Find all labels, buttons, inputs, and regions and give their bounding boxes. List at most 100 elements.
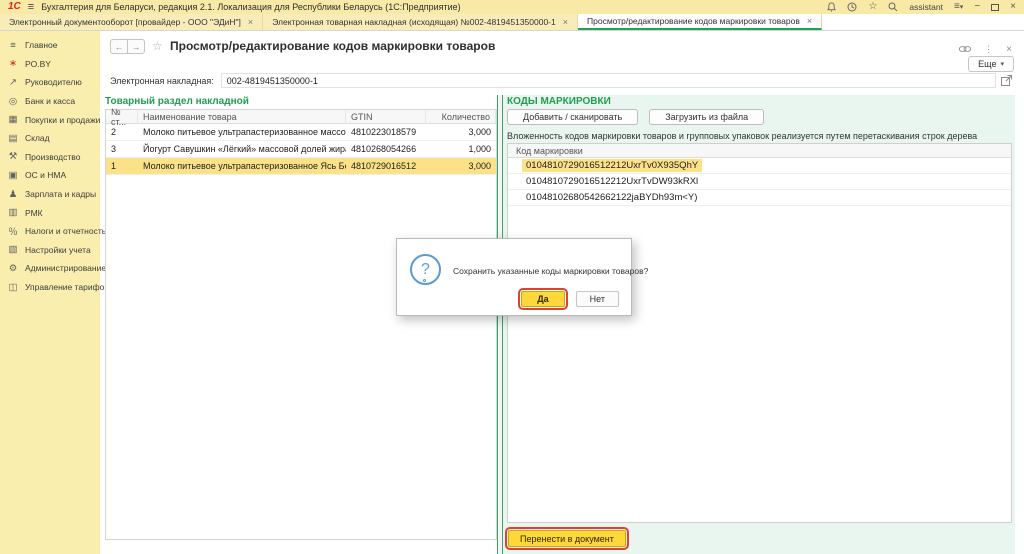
sidebar-item-bank-kassa[interactable]: ◎ Банк и касса bbox=[0, 92, 100, 111]
goods-row-qty: 1,000 bbox=[426, 141, 496, 157]
sidebar-item-label: Администрирование bbox=[25, 263, 106, 273]
sidebar-item-rukovoditelyu[interactable]: ↗Руководителю bbox=[0, 73, 100, 92]
current-user[interactable]: assistant bbox=[909, 2, 943, 12]
column-header-num[interactable]: № ст... bbox=[106, 110, 138, 123]
marking-code-value: 0104810729016512212UxrTvDW93kRXl bbox=[522, 175, 702, 188]
goods-row-name: Йогурт Савушкин «Лёгкий» массовой долей … bbox=[138, 141, 346, 157]
confirm-save-dialog: ? Сохранить указанные коды маркировки то… bbox=[396, 238, 632, 316]
goods-row-num: 2 bbox=[106, 124, 138, 140]
sidebar-item-os-nma[interactable]: ▣ОС и НМА bbox=[0, 166, 100, 185]
goods-row-gtin: 4810268054266 bbox=[346, 141, 426, 157]
marking-codes-toolbar: Добавить / сканировать Загрузить из файл… bbox=[507, 109, 764, 125]
sidebar-item-label: Покупки и продажи bbox=[25, 115, 100, 125]
open-invoice-icon[interactable] bbox=[999, 73, 1014, 88]
sidebar-item-glavnoe[interactable]: ≡Главное bbox=[0, 36, 100, 55]
goods-row-selected[interactable]: 1 Молоко питьевое ультрапастеризованное … bbox=[106, 158, 496, 175]
invoice-field[interactable]: 002-4819451350000-1 bbox=[221, 73, 996, 88]
more-button[interactable]: Еще ▾ bbox=[968, 56, 1014, 72]
tab-close-icon[interactable]: × bbox=[563, 17, 568, 27]
tax-icon: ％ bbox=[7, 224, 19, 238]
sidebar-item-proizvodstvo[interactable]: ⚒Производство bbox=[0, 148, 100, 167]
sidebar-item-label: Склад bbox=[25, 133, 50, 143]
dialog-message: Сохранить указанные коды маркировки това… bbox=[453, 266, 648, 276]
tab-marking-codes[interactable]: Просмотр/редактирование кодов маркировки… bbox=[578, 14, 822, 30]
column-header-qty[interactable]: Количество bbox=[426, 110, 496, 123]
person-icon: ♟ bbox=[7, 189, 19, 200]
dialog-buttons: Да Нет bbox=[521, 291, 619, 307]
warehouse-icon: ▤ bbox=[7, 133, 19, 144]
tab-label: Просмотр/редактирование кодов маркировки… bbox=[587, 16, 800, 26]
favorites-icon[interactable]: ☆ bbox=[868, 2, 877, 12]
goods-table: № ст... Наименование товара GTIN Количес… bbox=[105, 109, 497, 540]
more-button-label: Еще bbox=[978, 59, 996, 69]
sidebar-item-label: Банк и касса bbox=[25, 96, 75, 106]
load-from-file-button[interactable]: Загрузить из файла bbox=[649, 109, 764, 125]
sidebar-item-upravlenie-tarifom[interactable]: ◫Управление тарифом bbox=[0, 278, 100, 297]
cart-icon: ▦ bbox=[7, 114, 19, 125]
tab-waybill[interactable]: Электронная товарная накладная (исходяща… bbox=[263, 14, 578, 30]
bank-icon: ◎ bbox=[7, 96, 19, 107]
sidebar-item-po-by[interactable]: ∗PO.BY bbox=[0, 55, 100, 74]
code-row[interactable]: 01048102680542662122jaBYDh93m<Y) bbox=[508, 190, 1011, 206]
favorite-star-icon[interactable]: ☆ bbox=[152, 39, 163, 53]
invoice-row: Электронная накладная: 002-4819451350000… bbox=[110, 73, 1014, 88]
invoice-value: 002-4819451350000-1 bbox=[227, 76, 318, 86]
main-menu-icon[interactable]: ≡▾ bbox=[954, 2, 963, 12]
close-form-icon[interactable]: × bbox=[1006, 44, 1012, 55]
no-button[interactable]: Нет bbox=[576, 291, 619, 307]
goods-table-header: № ст... Наименование товара GTIN Количес… bbox=[106, 110, 496, 124]
page-title: Просмотр/редактирование кодов маркировки… bbox=[170, 39, 495, 53]
sidebar-item-nastroyki-ucheta[interactable]: ▧Настройки учета bbox=[0, 241, 100, 260]
caret-down-icon: ▾ bbox=[1000, 60, 1004, 68]
gear-icon: ⚙ bbox=[7, 263, 19, 274]
question-glyph: ? bbox=[421, 261, 430, 279]
tab-close-icon[interactable]: × bbox=[248, 17, 253, 27]
sidebar-item-label: Настройки учета bbox=[25, 245, 91, 255]
add-scan-button[interactable]: Добавить / сканировать bbox=[507, 109, 638, 125]
sidebar-item-label: ОС и НМА bbox=[25, 170, 66, 180]
nav-buttons: ← → bbox=[110, 39, 145, 54]
goods-row-qty: 3,000 bbox=[426, 124, 496, 140]
sidebar-item-pokupki-prodazhi[interactable]: ▦ Покупки и продажи bbox=[0, 110, 100, 129]
tab-edi[interactable]: Электронный документооборот [провайдер -… bbox=[0, 14, 263, 30]
more-vert-icon[interactable]: ⋮ bbox=[984, 44, 993, 55]
close-window-button[interactable]: × bbox=[1010, 2, 1016, 12]
codes-column-header[interactable]: Код маркировки bbox=[508, 144, 1011, 158]
goods-row[interactable]: 3 Йогурт Савушкин «Лёгкий» массовой доле… bbox=[106, 141, 496, 158]
restore-button[interactable] bbox=[991, 4, 999, 11]
goods-row-name: Молоко питьевое ультрапастеризованное Яс… bbox=[138, 158, 346, 174]
column-header-gtin[interactable]: GTIN bbox=[346, 110, 426, 123]
nesting-note: Вложенность кодов маркировки товаров и г… bbox=[507, 131, 977, 141]
column-header-name[interactable]: Наименование товара bbox=[138, 110, 346, 123]
sidebar-item-rmk[interactable]: ▥ РМК bbox=[0, 203, 100, 222]
marking-code-value: 01048102680542662122jaBYDh93m<Y) bbox=[522, 191, 701, 204]
notifications-icon[interactable] bbox=[827, 2, 836, 12]
goods-row-qty: 3,000 bbox=[426, 158, 496, 174]
minimize-button[interactable]: − bbox=[974, 2, 980, 12]
goods-section-title: Товарный раздел накладной bbox=[105, 96, 249, 107]
history-icon[interactable] bbox=[847, 2, 857, 12]
sidebar-item-label: Руководителю bbox=[25, 77, 82, 87]
cash-register-icon: ▥ bbox=[7, 207, 19, 218]
sidebar: ≡Главное ∗PO.BY ↗Руководителю ◎ Банк и ка… bbox=[0, 31, 100, 554]
sidebar-item-administrirovanie[interactable]: ⚙Администрирование bbox=[0, 259, 100, 278]
back-button[interactable]: ← bbox=[110, 39, 128, 54]
yes-button[interactable]: Да bbox=[521, 291, 564, 307]
transfer-to-document-button[interactable]: Перенести в документ bbox=[508, 530, 626, 547]
codes-table: Код маркировки 0104810729016512212UxrTv0… bbox=[507, 143, 1012, 523]
goods-row[interactable]: 2 Молоко питьевое ультрапастеризованное … bbox=[106, 124, 496, 141]
sidebar-item-nalogi[interactable]: ％Налоги и отчетность bbox=[0, 222, 100, 241]
sidebar-item-zarplata-kadry[interactable]: ♟Зарплата и кадры bbox=[0, 185, 100, 204]
question-icon: ? bbox=[410, 254, 441, 285]
app-logo-1c: 1С bbox=[8, 2, 21, 12]
goods-row-name: Молоко питьевое ультрапастеризованное ма… bbox=[138, 124, 346, 140]
code-row[interactable]: 0104810729016512212UxrTvDW93kRXl bbox=[508, 174, 1011, 190]
sidebar-item-label: PO.BY bbox=[25, 59, 51, 69]
sidebar-item-label: РМК bbox=[25, 208, 43, 218]
main-hamburger-icon[interactable]: ≡ bbox=[28, 2, 34, 13]
sidebar-item-sklad[interactable]: ▤ Склад bbox=[0, 129, 100, 148]
forward-button[interactable]: → bbox=[127, 39, 145, 54]
code-row-selected[interactable]: 0104810729016512212UxrTv0X935QhY bbox=[508, 158, 1011, 174]
tab-close-icon[interactable]: × bbox=[807, 16, 812, 26]
search-icon[interactable] bbox=[888, 2, 898, 12]
